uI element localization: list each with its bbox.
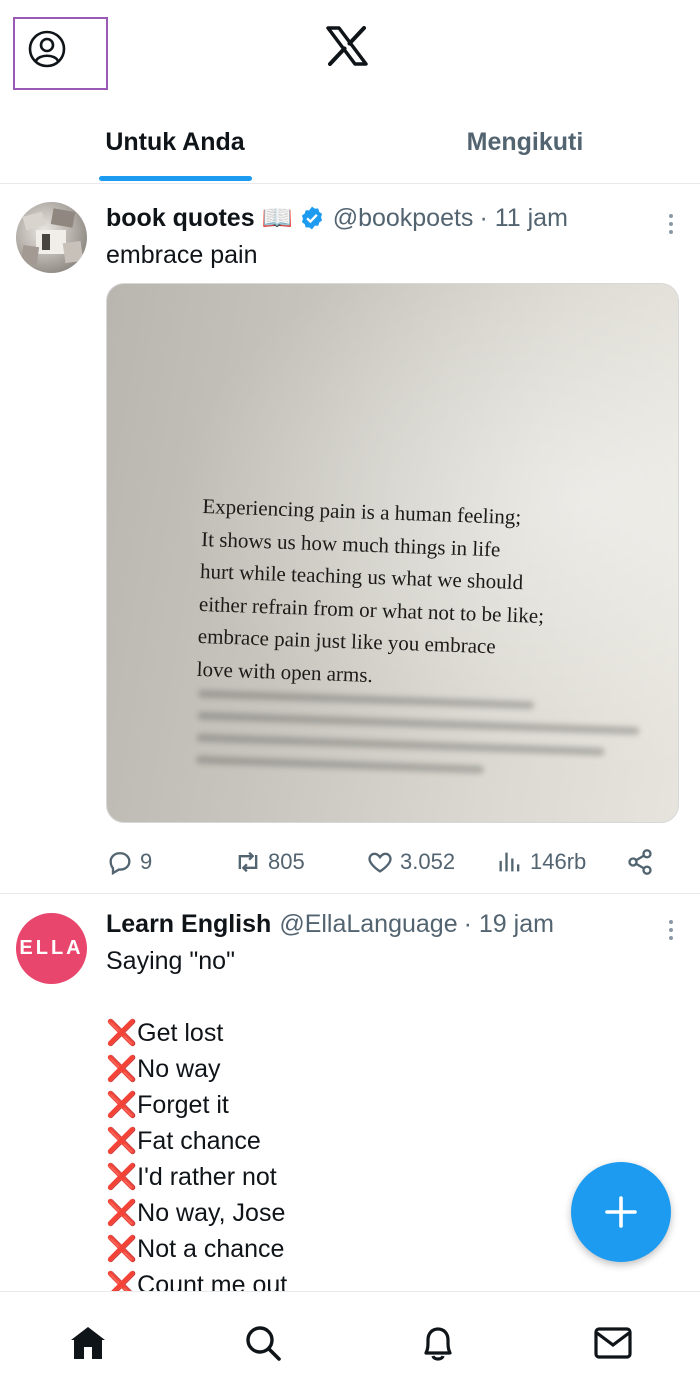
share-button[interactable] [626, 848, 654, 876]
book-stack-avatar-image [20, 208, 84, 266]
top-header: Untuk Anda Mengikuti [0, 0, 700, 184]
tweet-actions: 9 805 3.052 146rb [106, 845, 658, 879]
share-icon [628, 849, 652, 875]
avatar[interactable]: ELLA [16, 913, 87, 984]
plus-icon [605, 1196, 637, 1228]
heart-icon [368, 852, 392, 873]
author-name[interactable]: book quotes 📖 [106, 204, 293, 233]
view-count: 146rb [530, 849, 587, 874]
avatar[interactable] [16, 202, 87, 273]
verified-badge-icon [301, 206, 322, 230]
repost-button[interactable]: 805 [234, 848, 366, 876]
author-handle[interactable]: @bookpoets [333, 204, 474, 233]
views-chart-icon [499, 852, 520, 872]
post-time: · 11 jam [479, 203, 568, 232]
active-tab-indicator [98, 176, 252, 181]
tweet-image[interactable]: Experiencing pain is a human feeling; It… [106, 283, 679, 823]
nav-search[interactable] [233, 1313, 293, 1373]
person-circle-icon [28, 30, 66, 68]
like-count: 3.052 [400, 849, 456, 874]
repost-icon [238, 851, 258, 873]
more-options-icon[interactable] [656, 209, 686, 239]
cross-mark-icon: ❌ [106, 1055, 138, 1083]
author-handle[interactable]: @EllaLanguage [279, 910, 457, 939]
tab-for-you[interactable]: Untuk Anda [0, 110, 350, 184]
tweet-header: Learn English @EllaLanguage · 19 jam [106, 909, 680, 939]
tweet-content: book quotes 📖 @bookpoets · 11 jam embrac… [106, 203, 680, 273]
tweet[interactable]: book quotes 📖 @bookpoets · 11 jam embrac… [0, 185, 700, 894]
compose-post-button[interactable] [571, 1162, 671, 1262]
tab-following[interactable]: Mengikuti [350, 110, 700, 184]
tweet-header: book quotes 📖 @bookpoets · 11 jam [106, 203, 680, 233]
bottom-navigation [0, 1291, 700, 1394]
like-button[interactable]: 3.052 [366, 848, 496, 876]
list-item: ❌Get lost [106, 1019, 224, 1047]
list-item: ❌No way [106, 1055, 221, 1083]
reply-button[interactable]: 9 [106, 848, 234, 876]
avatar-text: ELLA [19, 937, 84, 959]
x-logo-icon [326, 26, 368, 66]
book-page-quote: Experiencing pain is a human feeling; It… [196, 490, 643, 700]
cross-mark-icon: ❌ [106, 1235, 138, 1263]
reply-icon [109, 852, 131, 876]
cross-mark-icon: ❌ [106, 1019, 138, 1047]
nav-notifications[interactable] [408, 1313, 468, 1373]
more-options-icon[interactable] [656, 915, 686, 945]
notifications-icon [423, 1327, 452, 1361]
cross-mark-icon: ❌ [106, 1091, 138, 1119]
search-icon [245, 1326, 281, 1361]
reply-count: 9 [140, 849, 153, 874]
messages-icon [593, 1327, 632, 1359]
repost-count: 805 [268, 849, 305, 874]
list-item: ❌Fat chance [106, 1127, 261, 1155]
blurred-text-lines [195, 676, 678, 795]
views-button[interactable]: 146rb [496, 848, 626, 876]
list-item: ❌Forget it [106, 1091, 229, 1119]
nav-messages[interactable] [583, 1313, 643, 1373]
post-time: · 19 jam [463, 909, 554, 938]
tweet-text: embrace pain [106, 241, 258, 269]
cross-mark-icon: ❌ [106, 1199, 138, 1227]
tweet-text-intro: Saying "no" [106, 947, 235, 975]
author-name[interactable]: Learn English [106, 910, 271, 939]
nav-home[interactable] [58, 1313, 118, 1373]
home-icon [70, 1327, 105, 1359]
profile-button[interactable] [13, 17, 108, 90]
cross-mark-icon: ❌ [106, 1163, 138, 1191]
tab-label: Mengikuti [466, 128, 584, 156]
feed-tabs: Untuk Anda Mengikuti [0, 110, 700, 184]
cross-mark-icon: ❌ [106, 1127, 138, 1155]
